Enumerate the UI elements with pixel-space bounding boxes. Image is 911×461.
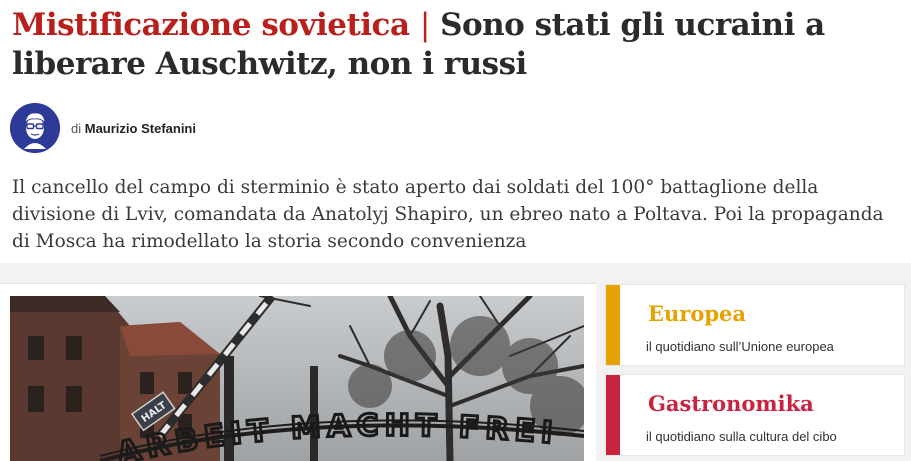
article-photo[interactable]: HALT ARBEIT MACHT FREI bbox=[10, 296, 584, 461]
author-link[interactable]: Maurizio Stefanini bbox=[85, 121, 196, 136]
promo-europea[interactable]: Europea il quotidiano sull’Unione europe… bbox=[606, 285, 904, 365]
promo-gastronomika-title[interactable]: Gastronomika bbox=[648, 391, 814, 416]
byline: di Maurizio Stefanini bbox=[10, 102, 196, 154]
promo-europea-subtitle: il quotidiano sull’Unione europea bbox=[646, 339, 834, 354]
article-headline: Mistificazione sovietica | Sono stati gl… bbox=[12, 6, 902, 84]
auschwitz-gate-image: HALT ARBEIT MACHT FREI bbox=[10, 296, 584, 461]
headline-separator: | bbox=[419, 7, 430, 43]
promo-gastronomika[interactable]: Gastronomika il quotidiano sulla cultura… bbox=[606, 375, 904, 455]
promo-gastronomika-subtitle: il quotidiano sulla cultura del cibo bbox=[646, 429, 837, 444]
author-portrait-icon bbox=[10, 103, 60, 153]
promo-europea-title[interactable]: Europea bbox=[648, 301, 746, 326]
byline-text: di Maurizio Stefanini bbox=[71, 121, 196, 136]
article-summary: Il cancello del campo di sterminio è sta… bbox=[12, 177, 884, 252]
author-avatar[interactable] bbox=[10, 103, 60, 153]
byline-prefix: di bbox=[71, 120, 82, 136]
headline-kicker[interactable]: Mistificazione sovietica bbox=[12, 7, 410, 43]
